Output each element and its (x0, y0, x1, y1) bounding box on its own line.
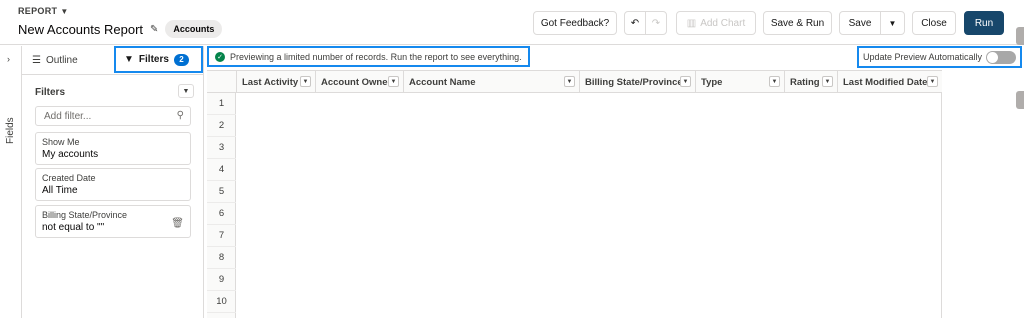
caret-down-icon: ▼ (60, 6, 69, 16)
preview-info-text: Previewing a limited number of records. … (230, 51, 522, 62)
column-header-type[interactable]: Type ▼ (695, 71, 784, 93)
column-label: Account Owner (321, 76, 392, 88)
filter-icon: ▼ (124, 54, 134, 65)
chevron-down-icon[interactable]: ▼ (769, 76, 780, 87)
chart-icon: ▥ (686, 17, 697, 29)
column-label: Rating (790, 76, 820, 88)
save-button[interactable]: Save (839, 11, 881, 35)
redo-icon[interactable]: ↷ (645, 11, 667, 35)
add-filter-placeholder: Add filter... (44, 110, 92, 122)
row-number: 1 (207, 93, 236, 115)
filter-label: Billing State/Province (42, 210, 128, 220)
update-preview-toggle[interactable] (986, 51, 1016, 64)
right-panel-handle-icon[interactable] (1016, 91, 1024, 109)
toggle-knob (987, 52, 998, 63)
filter-label: Created Date (42, 173, 96, 183)
fields-panel-toggle[interactable]: › Fields (0, 46, 22, 318)
trash-icon[interactable]: 🗑 (171, 218, 184, 229)
row-number: 2 (207, 115, 236, 137)
got-feedback-button[interactable]: Got Feedback? (533, 11, 617, 35)
run-button[interactable]: Run (964, 11, 1004, 35)
add-chart-button[interactable]: ▥ Add Chart (676, 11, 756, 35)
update-preview-label: Update Preview Automatically (863, 52, 983, 62)
row-number: 8 (207, 247, 236, 269)
filter-count-badge: 2 (173, 53, 189, 66)
row-number: 4 (207, 159, 236, 181)
report-type-label: REPORT (18, 6, 58, 16)
column-label: Last Activity (242, 76, 299, 88)
filter-card-created-date[interactable]: Created Date All Time (35, 168, 191, 201)
column-label: Type (701, 76, 723, 88)
row-number: 3 (207, 137, 236, 159)
tab-outline-label: Outline (45, 55, 78, 66)
preview-info-message: ✓ Previewing a limited number of records… (207, 46, 530, 67)
close-button[interactable]: Close (912, 11, 956, 35)
chevron-down-icon[interactable]: ▼ (388, 76, 399, 87)
title-row: New Accounts Report ✎ Accounts (18, 20, 223, 38)
column-header-last-modified-date[interactable]: Last Modified Date ▼ (837, 71, 942, 93)
report-preview-grid: Last Activity ▼ Account Owner ▼ Account … (207, 70, 942, 318)
chevron-down-icon[interactable]: ▼ (680, 76, 691, 87)
column-label: Billing State/Province (585, 76, 683, 88)
row-number: 9 (207, 269, 236, 291)
filter-card-show-me[interactable]: Show Me My accounts (35, 132, 191, 165)
column-header-row: Last Activity ▼ Account Owner ▼ Account … (207, 70, 942, 93)
column-label: Account Name (409, 76, 476, 88)
right-panel-handle-icon[interactable] (1016, 27, 1024, 45)
undo-icon[interactable]: ↶ (624, 11, 646, 35)
report-type-menu[interactable]: REPORT ▼ (18, 6, 69, 16)
tab-filters[interactable]: ▼ Filters 2 (114, 46, 203, 73)
chevron-right-icon: › (7, 54, 10, 64)
chevron-down-icon[interactable]: ▼ (300, 76, 311, 87)
add-chart-label: Add Chart (700, 17, 746, 29)
column-label: Last Modified Date (843, 76, 928, 88)
save-menu-chevron-down-icon[interactable]: ▼ (880, 11, 905, 35)
save-run-button[interactable]: Save & Run (763, 11, 832, 35)
filter-label: Show Me (42, 137, 80, 147)
chevron-down-icon[interactable]: ▼ (822, 76, 833, 87)
tab-filters-label: Filters (138, 54, 169, 65)
report-header: REPORT ▼ New Accounts Report ✎ Accounts … (0, 0, 1024, 45)
column-header-account-owner[interactable]: Account Owner ▼ (315, 71, 403, 93)
row-number: 10 (207, 291, 236, 313)
row-number: 5 (207, 181, 236, 203)
search-icon: ⚲ (176, 110, 184, 121)
chevron-down-icon[interactable]: ▼ (564, 76, 575, 87)
filter-value: All Time (42, 185, 78, 196)
fields-label: Fields (5, 117, 16, 144)
row-number: 7 (207, 225, 236, 247)
list-icon: ☰ (32, 55, 41, 66)
filter-card-billing-state[interactable]: Billing State/Province not equal to "" 🗑 (35, 205, 191, 238)
report-title: New Accounts Report (18, 21, 144, 37)
column-header-billing-state[interactable]: Billing State/Province ▼ (579, 71, 695, 93)
filters-heading: Filters (35, 87, 66, 98)
filters-panel: ☰ Outline Filters ▼ Add filter... ⚲ Show… (22, 46, 204, 318)
success-check-icon: ✓ (215, 51, 225, 62)
pencil-icon[interactable]: ✎ (150, 24, 158, 35)
column-header-account-name[interactable]: Account Name ▼ (403, 71, 579, 93)
object-badge: Accounts (165, 20, 223, 38)
column-header-rating[interactable]: Rating ▼ (784, 71, 837, 93)
row-number: 6 (207, 203, 236, 225)
filter-value: not equal to "" (42, 222, 105, 233)
row-number-column: 1 2 3 4 5 6 7 8 9 10 (207, 93, 236, 318)
column-header-last-activity[interactable]: Last Activity ▼ (236, 71, 315, 93)
tab-outline[interactable]: ☰ Outline (32, 46, 78, 75)
filter-value: My accounts (42, 149, 99, 160)
add-filter-input[interactable]: Add filter... ⚲ (35, 106, 191, 126)
filters-menu-chevron-down-icon[interactable]: ▼ (178, 84, 194, 98)
update-preview-toggle-group: Update Preview Automatically (857, 46, 1022, 68)
chevron-down-icon[interactable]: ▼ (927, 76, 938, 87)
